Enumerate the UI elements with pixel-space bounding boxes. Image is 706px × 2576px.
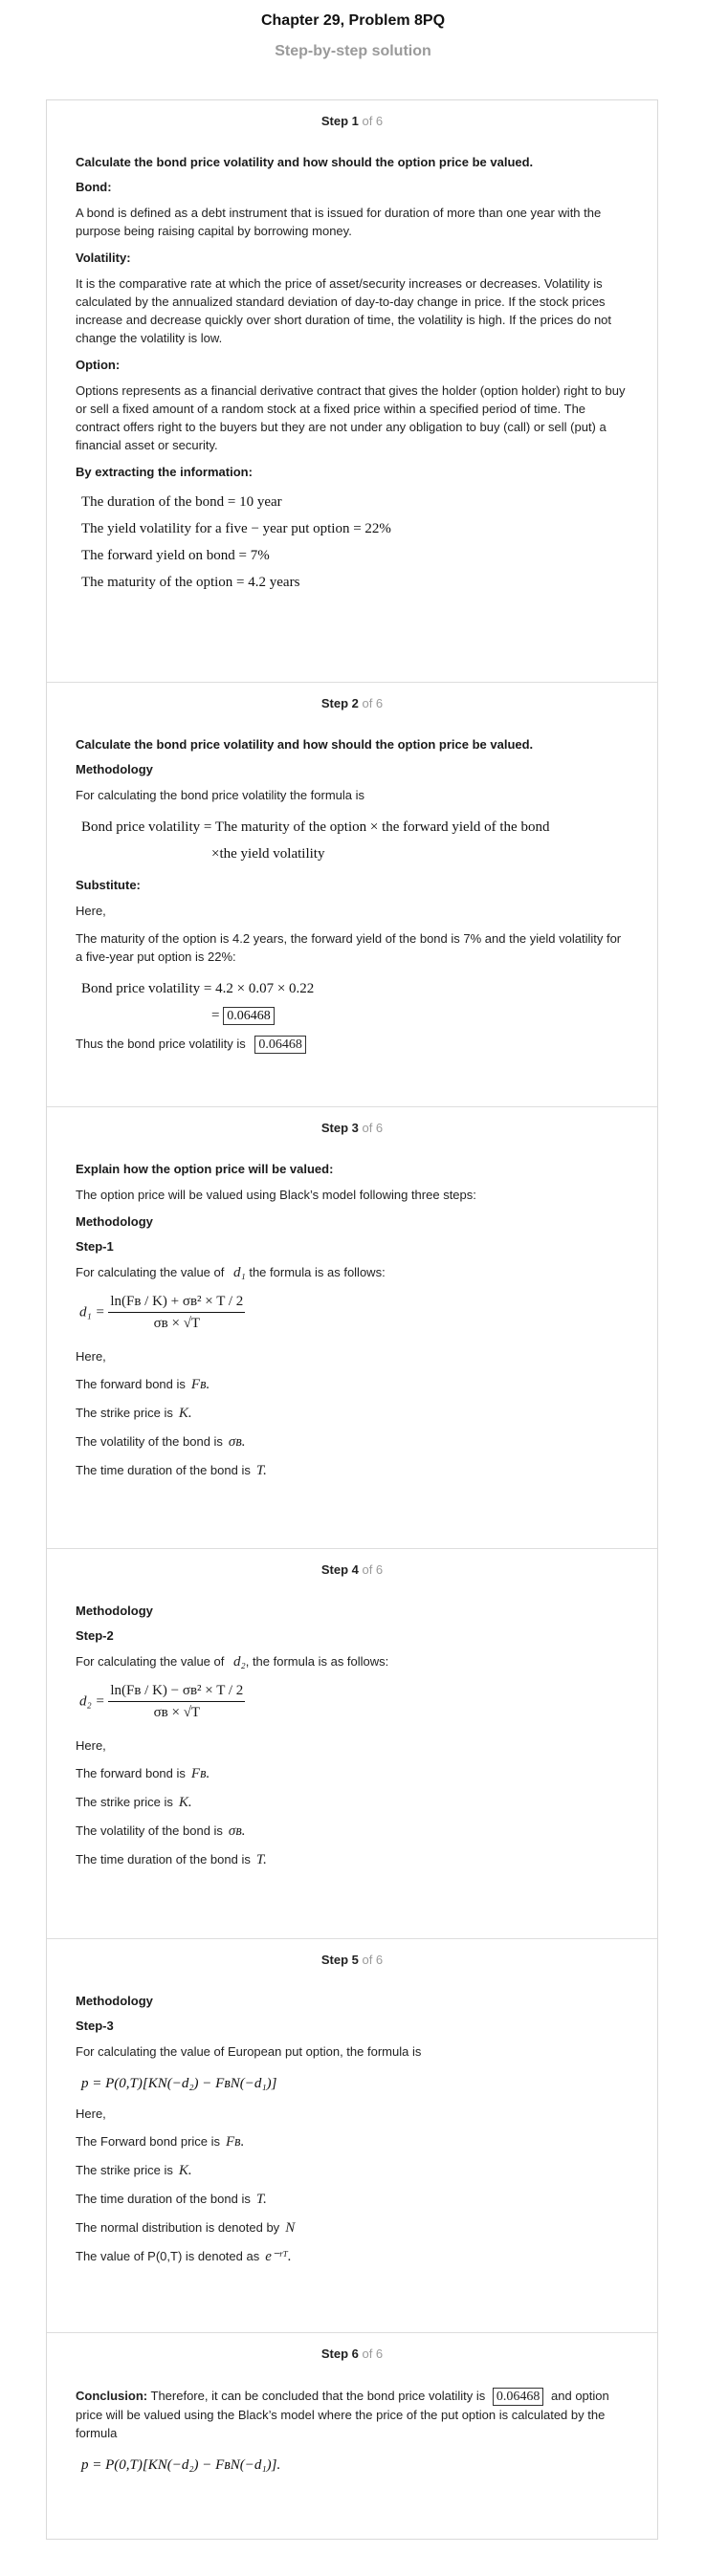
definition-item: The volatility of the bond is σʙ. bbox=[76, 1823, 246, 1839]
substep-heading: Step-1 bbox=[76, 1239, 114, 1254]
calc-text: For calculating the value of d₁ the form… bbox=[76, 1265, 386, 1280]
volatility-heading: Volatility: bbox=[76, 251, 131, 265]
d1-formula: d₁ = ln(Fʙ / K) + σʙ² × T / 2 σʙ × √T bbox=[79, 1294, 246, 1331]
volatility-text: It is the comparative rate at which the … bbox=[76, 276, 612, 345]
definition-item: The strike price is K. bbox=[76, 1795, 192, 1810]
result-box: 0.06468 bbox=[223, 1007, 275, 1025]
conclusion-heading: Conclusion: bbox=[76, 2389, 148, 2403]
result-box: 0.06468 bbox=[254, 1036, 306, 1054]
step-header: Step 2 of 6 bbox=[320, 696, 384, 710]
intro-text: The option price will be valued using Bl… bbox=[76, 1188, 476, 1202]
info-item: The maturity of the option = 4.2 years bbox=[81, 575, 300, 590]
conclusion-text: Conclusion: Therefore, it can be conclud… bbox=[76, 2388, 609, 2440]
here-text: Here, bbox=[76, 1349, 106, 1364]
here-text: Here, bbox=[76, 1738, 106, 1753]
calc-text: For calculating the value of European pu… bbox=[76, 2044, 422, 2059]
substep-heading: Step-2 bbox=[76, 1628, 114, 1643]
thus-text: Thus the bond price volatility is 0.0646… bbox=[76, 1035, 629, 1054]
definition-item: The Forward bond price is Fʙ. bbox=[76, 2134, 245, 2150]
step-header: Step 6 of 6 bbox=[320, 2347, 384, 2361]
here-text: Here, bbox=[76, 904, 106, 918]
bond-text: A bond is defined as a debt instrument t… bbox=[76, 206, 602, 238]
result-box: 0.06468 bbox=[492, 2388, 544, 2406]
methodology-heading: Methodology bbox=[76, 762, 153, 776]
step-1: Step 1 of 6 Calculate the bond price vol… bbox=[47, 100, 657, 683]
info-list: The duration of the bond = 10 year The y… bbox=[76, 489, 629, 596]
step-header: Step 1 of 6 bbox=[320, 114, 384, 128]
put-option-formula: p = P(0,T)[KN(−d₂) − FʙN(−d₁)] bbox=[81, 2076, 277, 2091]
substep-heading: Step-3 bbox=[76, 2019, 114, 2033]
step-3: Step 3 of 6 Explain how the option price… bbox=[47, 1107, 657, 1549]
extract-heading: By extracting the information: bbox=[76, 465, 253, 479]
info-item: The yield volatility for a five − year p… bbox=[81, 521, 391, 536]
volatility-calculation: Bond price volatility = 4.2 × 0.07 × 0.2… bbox=[81, 981, 315, 1025]
definition-item: The strike price is K. bbox=[76, 2163, 192, 2178]
solution-container: Step 1 of 6 Calculate the bond price vol… bbox=[46, 99, 658, 2540]
substitute-text: The maturity of the option is 4.2 years,… bbox=[76, 931, 622, 964]
definition-item: The forward bond is Fʙ. bbox=[76, 1377, 210, 1392]
option-text: Options represents as a financial deriva… bbox=[76, 383, 626, 452]
step-4: Step 4 of 6 Methodology Step-2 For calcu… bbox=[47, 1549, 657, 1939]
methodology-heading: Methodology bbox=[76, 1604, 153, 1618]
definition-item: The volatility of the bond is σʙ. bbox=[76, 1434, 246, 1450]
definition-item: The time duration of the bond is T. bbox=[76, 1463, 267, 1478]
step-2: Step 2 of 6 Calculate the bond price vol… bbox=[47, 683, 657, 1107]
definition-item: The time duration of the bond is T. bbox=[76, 2192, 267, 2207]
step-header: Step 3 of 6 bbox=[320, 1121, 384, 1135]
definition-item: The strike price is K. bbox=[76, 1406, 192, 1421]
step-header: Step 4 of 6 bbox=[320, 1562, 384, 1577]
substitute-heading: Substitute: bbox=[76, 878, 141, 892]
definition-item: The value of P(0,T) is denoted as e⁻ʳᵀ. bbox=[76, 2249, 292, 2264]
step-heading: Calculate the bond price volatility and … bbox=[76, 737, 534, 752]
put-option-formula: p = P(0,T)[KN(−d₂) − FʙN(−d₁)]. bbox=[81, 2457, 281, 2473]
option-heading: Option: bbox=[76, 358, 121, 372]
page-subtitle: Step-by-step solution bbox=[275, 43, 431, 59]
step-5: Step 5 of 6 Methodology Step-3 For calcu… bbox=[47, 1939, 657, 2333]
step-6: Step 6 of 6 Conclusion: Therefore, it ca… bbox=[47, 2333, 657, 2539]
bond-heading: Bond: bbox=[76, 180, 112, 194]
page-title: Chapter 29, Problem 8PQ bbox=[260, 12, 446, 29]
d2-formula: d₂ = ln(Fʙ / K) − σʙ² × T / 2 σʙ × √T bbox=[79, 1683, 246, 1720]
here-text: Here, bbox=[76, 2107, 106, 2121]
step-heading: Calculate the bond price volatility and … bbox=[76, 155, 534, 169]
definition-item: The normal distribution is denoted by N bbox=[76, 2220, 296, 2236]
step-heading: Explain how the option price will be val… bbox=[76, 1162, 334, 1176]
definition-item: The forward bond is Fʙ. bbox=[76, 1766, 210, 1781]
info-item: The duration of the bond = 10 year bbox=[81, 494, 282, 510]
calc-text: For calculating the value of d₂, the for… bbox=[76, 1654, 389, 1670]
volatility-formula: Bond price volatility = The maturity of … bbox=[81, 819, 550, 862]
methodology-heading: Methodology bbox=[76, 1214, 153, 1229]
definition-item: The time duration of the bond is T. bbox=[76, 1852, 267, 1867]
methodology-heading: Methodology bbox=[76, 1994, 153, 2008]
info-item: The forward yield on bond = 7% bbox=[81, 548, 270, 563]
methodology-text: For calculating the bond price volatilit… bbox=[76, 788, 365, 802]
step-header: Step 5 of 6 bbox=[320, 1953, 384, 1967]
